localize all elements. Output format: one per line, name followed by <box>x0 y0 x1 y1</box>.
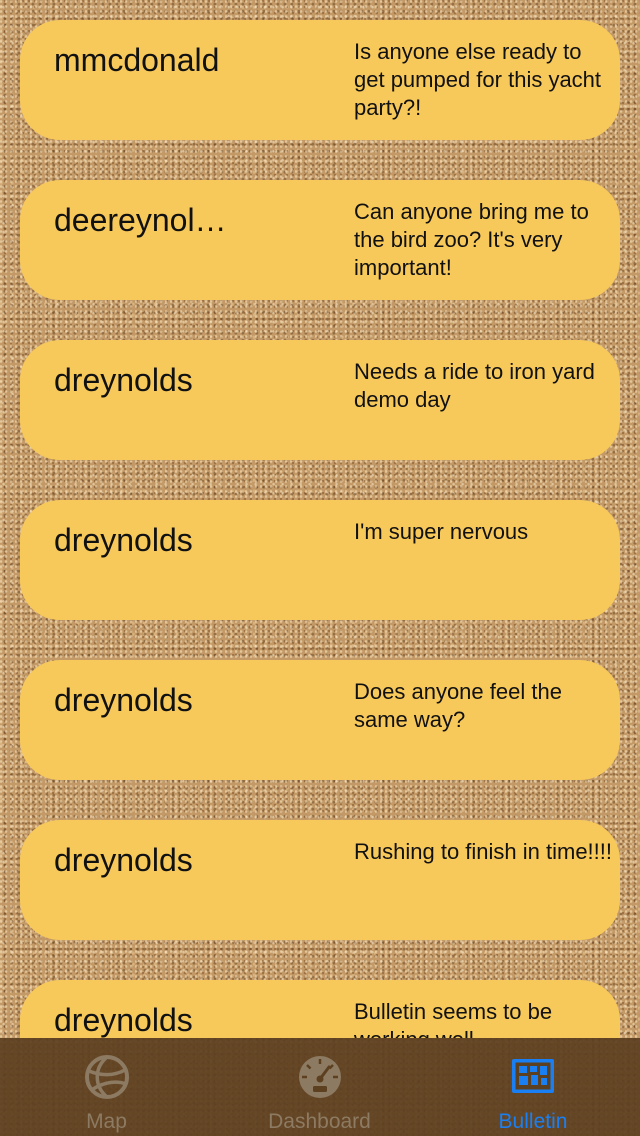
globe-icon <box>84 1055 129 1099</box>
tab-bulletin[interactable]: Bulletin <box>426 1038 640 1136</box>
bulletin-post[interactable]: dreynolds Does anyone feel the same way? <box>20 660 620 780</box>
tab-bar: Map Dashboard Bulletin <box>0 1038 640 1136</box>
bulletin-feed[interactable]: mmcdonald Is anyone else ready to get pu… <box>0 0 640 1038</box>
tab-label: Bulletin <box>498 1110 568 1133</box>
post-message: Can anyone bring me to the bird zoo? It'… <box>354 199 589 280</box>
post-message: Bulletin seems to be working well <box>354 999 553 1038</box>
post-message: Does anyone feel the same way? <box>354 679 562 732</box>
bulletin-post[interactable]: dreynolds Rushing to finish in time!!!! <box>20 820 620 940</box>
tab-map[interactable]: Map <box>0 1038 213 1136</box>
tab-dashboard[interactable]: Dashboard <box>213 1038 426 1136</box>
post-message: Rushing to finish in time!!!! <box>354 839 613 864</box>
post-username: mmcdonald <box>54 42 220 78</box>
post-username: dreynolds <box>54 1002 193 1038</box>
post-username: deereynol… <box>54 202 227 238</box>
post-username: dreynolds <box>54 682 193 718</box>
tab-label: Map <box>86 1110 127 1133</box>
post-message: Needs a ride to iron yard demo day <box>354 359 595 412</box>
bulletin-post[interactable]: dreynolds Bulletin seems to be working w… <box>20 980 620 1038</box>
bulletin-post[interactable]: mmcdonald Is anyone else ready to get pu… <box>20 20 620 140</box>
bulletin-post[interactable]: dreynolds Needs a ride to iron yard demo… <box>20 340 620 460</box>
bulletin-post[interactable]: deereynol… Can anyone bring me to the bi… <box>20 180 620 300</box>
post-message: I'm super nervous <box>354 519 529 544</box>
tab-label: Dashboard <box>268 1110 371 1133</box>
post-username: dreynolds <box>54 842 193 878</box>
gauge-icon <box>298 1056 341 1098</box>
post-username: dreynolds <box>54 362 193 398</box>
post-username: dreynolds <box>54 522 193 558</box>
bulletin-post[interactable]: dreynolds I'm super nervous <box>20 500 620 620</box>
bulletin-board-icon <box>512 1059 554 1093</box>
post-message: Is anyone else ready to get pumped for t… <box>354 39 602 120</box>
